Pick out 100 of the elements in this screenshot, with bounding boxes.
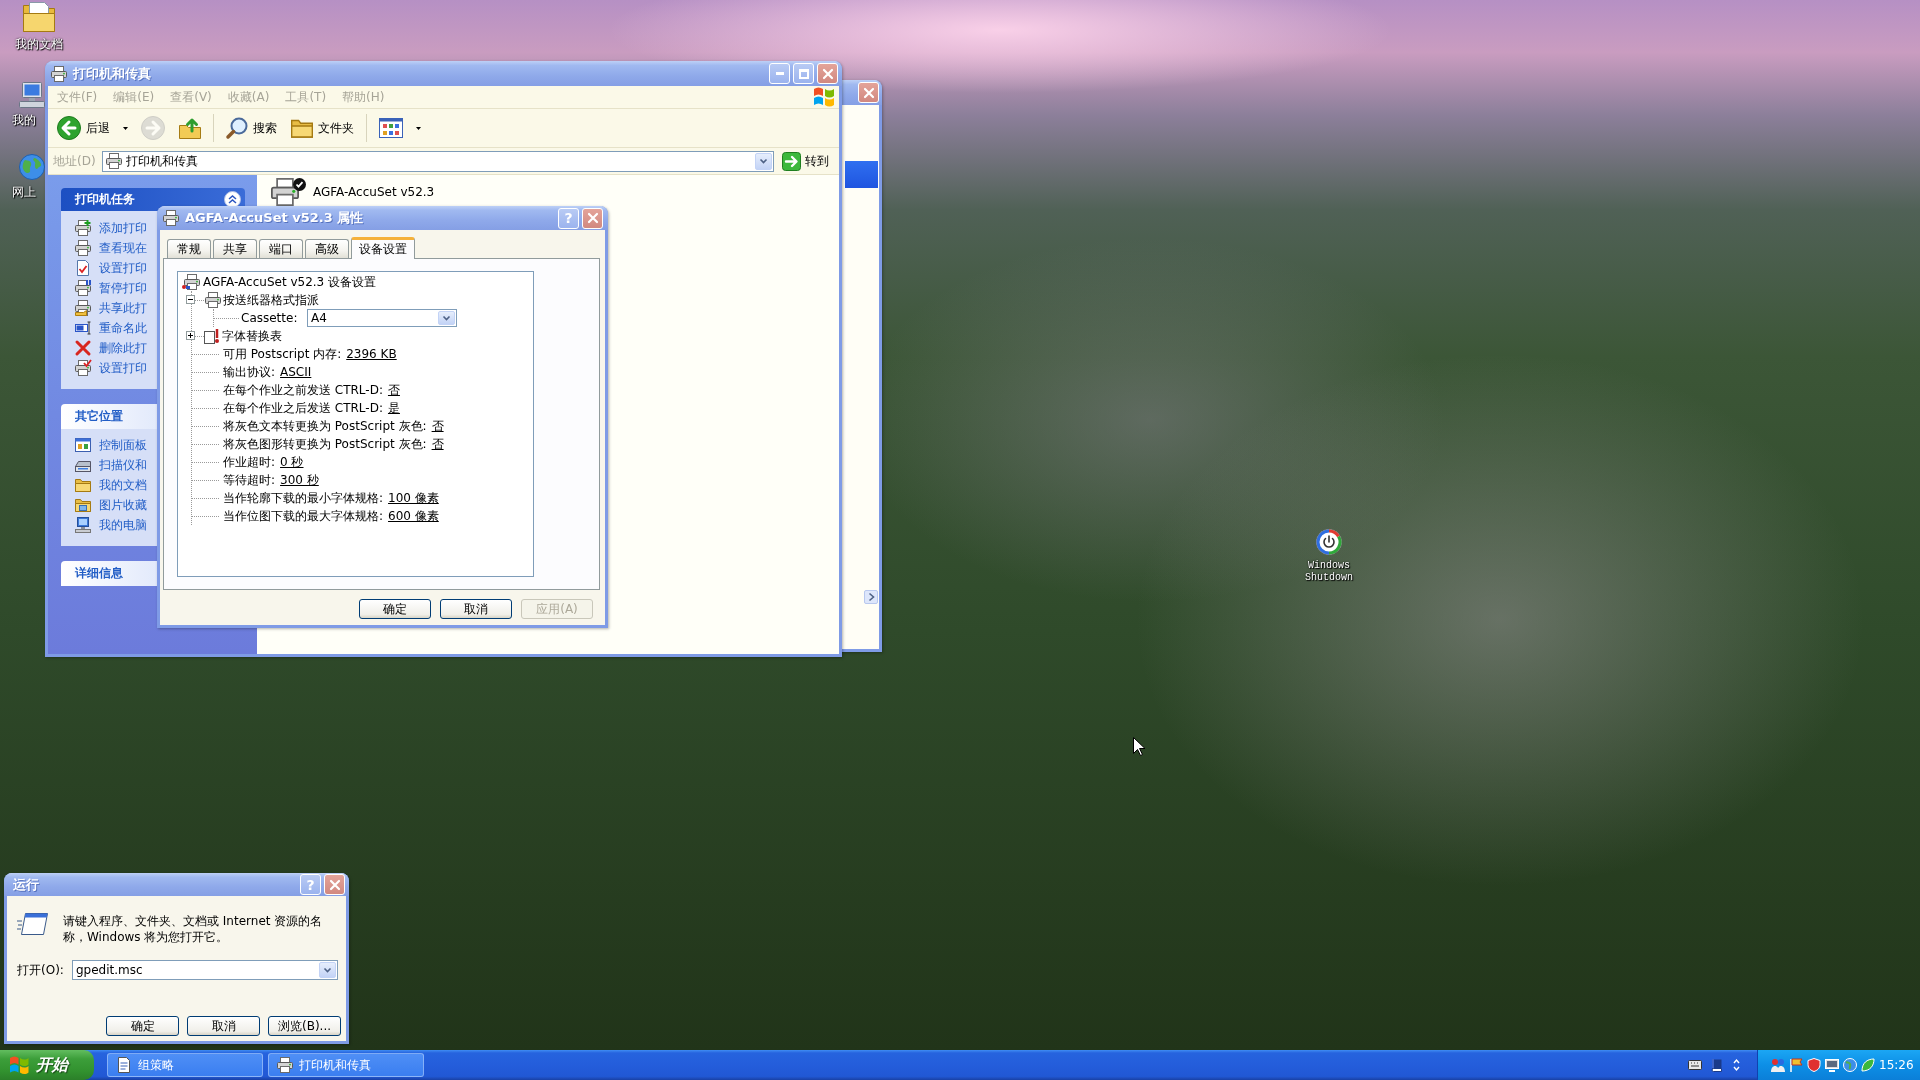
monitor-icon[interactable] (1825, 1058, 1839, 1072)
printer-item[interactable]: AGFA-AccuSet v52.3 (267, 178, 435, 206)
keyboard-icon[interactable] (1688, 1060, 1702, 1070)
task-link[interactable]: 设置打印 (75, 358, 147, 378)
setting-value[interactable]: 2396 KB (346, 347, 397, 361)
task-link[interactable]: 控制面板 (75, 435, 147, 455)
tree-item[interactable]: 在每个作业之前发送 CTRL-D: (223, 381, 383, 399)
setting-value[interactable]: 否 (431, 417, 444, 435)
desktop-icon-label[interactable]: 网上 (12, 185, 36, 199)
picture-folder-icon (75, 497, 91, 513)
dialog-button[interactable]: 确定 (359, 599, 431, 619)
setting-value[interactable]: 是 (387, 399, 400, 417)
tab[interactable]: 共享 (213, 239, 257, 258)
setting-value[interactable]: 0 秒 (280, 453, 304, 471)
start-button[interactable]: 开始 (0, 1050, 94, 1080)
dropdown-button[interactable] (319, 962, 336, 978)
setting-value[interactable]: 否 (387, 381, 400, 399)
tree-item: Cassette: (241, 311, 299, 325)
setting-value[interactable]: 600 像素 (388, 507, 439, 525)
computer-icon[interactable] (19, 82, 45, 108)
tree-item[interactable]: 当作轮廓下载的最小字体规格: (223, 489, 384, 507)
tree-item[interactable]: 输出协议: (223, 363, 276, 381)
tab[interactable]: 设备设置 (351, 237, 415, 259)
folders-button[interactable]: 文件夹 (287, 112, 358, 144)
leaf-icon[interactable] (1861, 1058, 1875, 1072)
chevron-right-icon (868, 593, 874, 601)
folder-up-icon (179, 117, 201, 139)
setting-value[interactable]: ASCII (280, 365, 312, 379)
people-icon[interactable] (1771, 1058, 1785, 1072)
address-label: 地址(D) (53, 152, 96, 170)
tree-item[interactable]: 作业超时: (223, 453, 276, 471)
close-button[interactable] (858, 82, 879, 103)
maximize-button[interactable] (793, 63, 814, 84)
close-button[interactable] (817, 63, 838, 84)
dialog-button[interactable]: 取消 (187, 1016, 260, 1036)
tree-item[interactable]: 当作位图下载的最大字体规格: (223, 507, 384, 525)
tree-item[interactable]: 按送纸器格式指派 (223, 291, 319, 309)
dialog-button[interactable]: 浏览(B)... (268, 1016, 341, 1036)
tab[interactable]: 端口 (259, 239, 303, 258)
tree-expand-icon[interactable] (186, 331, 195, 340)
printer-tray-icon (75, 300, 91, 316)
command-field[interactable]: gpedit.msc (72, 960, 338, 980)
tree-item[interactable]: 等待超时: (223, 471, 276, 489)
tab[interactable]: 高级 (305, 239, 349, 258)
dropdown-button[interactable] (438, 311, 455, 325)
setting-value[interactable]: 300 秒 (280, 471, 319, 489)
tab[interactable]: 常规 (167, 239, 211, 258)
window-icon (17, 913, 48, 935)
globe-icon[interactable] (19, 154, 45, 180)
go-button[interactable]: 转到 (780, 150, 831, 172)
setting-value[interactable]: 否 (431, 435, 444, 453)
caret-icon (123, 126, 128, 130)
printer-check-icon (75, 360, 91, 376)
printer-icon (105, 153, 122, 169)
shield-icon[interactable] (1807, 1058, 1821, 1072)
chevron-down-icon (760, 159, 767, 163)
desktop-icon-label[interactable]: Windows Shutdown (1300, 560, 1358, 584)
tree-item[interactable]: AGFA-AccuSet v52.3 设备设置 (203, 273, 377, 291)
book-icon[interactable] (1711, 1058, 1724, 1072)
task-link[interactable]: 暂停打印 (75, 278, 147, 298)
dialog-title: 运行 (13, 875, 39, 894)
task-link[interactable]: 我的电脑 (75, 515, 147, 535)
window-title: 打印机和传真 (73, 64, 151, 83)
flag-icon[interactable] (1789, 1058, 1803, 1072)
tree-item[interactable]: 字体替换表 (222, 327, 282, 345)
delete-icon (75, 340, 91, 356)
task-link[interactable]: 设置打印 (75, 258, 147, 278)
task-link[interactable]: 共享此打 (75, 298, 147, 318)
dialog-button[interactable]: 取消 (440, 599, 512, 619)
folder-icon (75, 477, 91, 493)
dropdown-field[interactable]: A4 (307, 309, 457, 327)
close-button[interactable] (582, 207, 603, 229)
tree-collapse-icon[interactable] (186, 295, 195, 304)
folder-icon (291, 117, 313, 139)
search-button[interactable]: 搜索 (222, 112, 281, 144)
address-field[interactable]: 打印机和传真 (101, 150, 774, 172)
task-link[interactable]: 图片收藏 (75, 495, 147, 515)
setting-value[interactable]: 100 像素 (388, 489, 439, 507)
document-icon (116, 1057, 132, 1073)
scroll-right-button[interactable] (864, 590, 878, 604)
dropdown-button[interactable] (755, 152, 772, 170)
task-link[interactable]: 添加打印 (75, 218, 147, 238)
power-icon[interactable] (1316, 529, 1342, 555)
task-link[interactable]: 删除此打 (75, 338, 147, 358)
dialog-button[interactable]: 确定 (106, 1016, 179, 1036)
chevrons-icon[interactable] (1733, 1059, 1740, 1071)
tree-item[interactable]: 可用 Postscript 内存: (223, 345, 342, 363)
desktop-icon-label[interactable]: 我的 (12, 113, 36, 127)
task-link[interactable]: 重命名此 (75, 318, 147, 338)
tree-item[interactable]: 将灰色图形转更换为 PostScript 灰色: (223, 435, 427, 453)
close-button[interactable] (324, 874, 345, 895)
back-button[interactable]: 后退 (53, 112, 114, 144)
task-link[interactable]: 我的文档 (75, 475, 147, 495)
panel-title: 其它位置 (75, 408, 123, 425)
task-link[interactable]: 扫描仪和 (75, 455, 147, 475)
document-folder-icon[interactable] (23, 2, 55, 32)
task-link[interactable]: 查看现在 (75, 238, 147, 258)
taskbar-button[interactable]: 组策略 (107, 1053, 263, 1077)
close-icon (329, 879, 340, 890)
minimize-button[interactable] (769, 63, 790, 84)
